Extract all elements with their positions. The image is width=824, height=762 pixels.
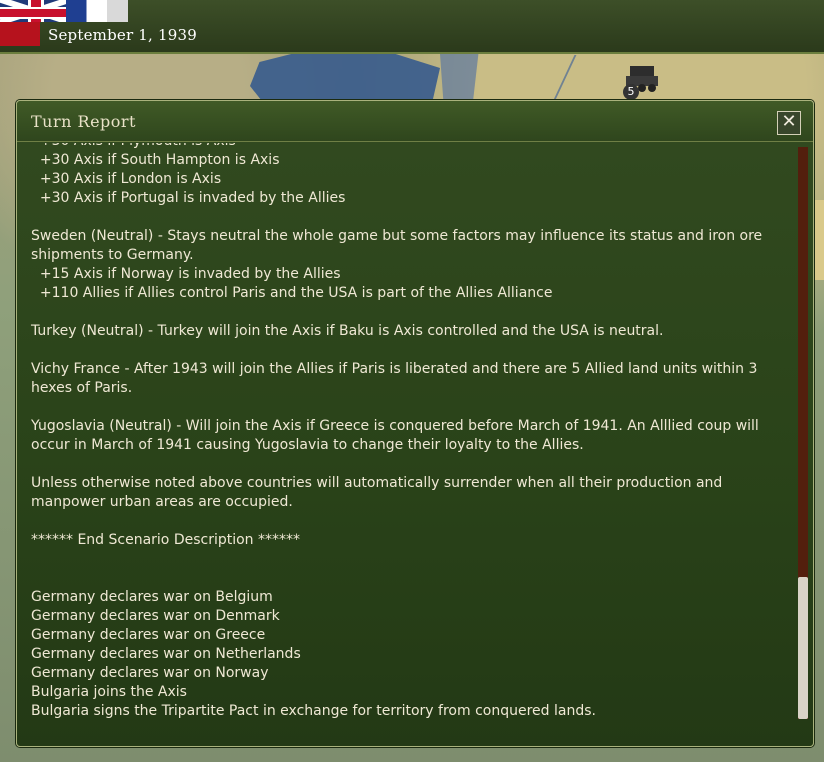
scrollbar-track[interactable] [798,147,808,719]
report-line: Bulgaria signs the Tripartite Pact in ex… [31,703,596,719]
report-line: Bulgaria joins the Axis [31,684,187,700]
current-date: September 1, 1939 [48,26,197,44]
side-indicator [0,22,40,46]
report-line: Germany declares war on Denmark [31,608,280,624]
report-line [31,398,787,417]
report-line [31,455,787,474]
report-line: +110 Allies if Allies control Paris and … [31,285,553,301]
report-line: Germany declares war on Belgium [31,589,273,605]
report-line: +30 Axis if London is Axis [31,171,222,187]
report-line: Yugoslavia (Neutral) - Will join the Axi… [31,418,759,453]
report-line [31,341,787,360]
report-line [31,208,787,227]
dialog-header: Turn Report ✕ [17,101,813,142]
report-line: +30 Axis if South Hampton is Axis [31,152,280,168]
report-line [31,569,787,588]
scrollbar-thumb[interactable] [798,577,808,719]
report-line: Vichy France - After 1943 will join the … [31,361,758,396]
report-line: Germany declares war on Greece [31,627,266,643]
map-edge-strip [815,200,824,280]
report-line: ****** End Scenario Description ****** [31,532,301,548]
unit-strength-badge: 5 [623,84,639,100]
turn-report-dialog: Turn Report ✕ +30 Axis if Plymouth is Ax… [16,100,814,747]
report-line [31,512,787,531]
uk-flag-icon[interactable] [0,0,66,22]
report-line: Germany declares war on Norway [31,665,269,681]
report-line: +30 Axis if Portugal is invaded by the A… [31,190,346,206]
report-content[interactable]: +30 Axis if Plymouth is Axis +30 Axis if… [17,143,797,741]
report-line [31,550,787,569]
top-bar: September 1, 1939 [0,0,824,54]
report-line: Sweden (Neutral) - Stays neutral the who… [31,228,763,263]
report-line: Germany declares war on Netherlands [31,646,301,662]
report-line: +30 Axis if Plymouth is Axis [31,143,787,151]
close-button[interactable]: ✕ [777,111,801,135]
report-text: +30 Axis if Plymouth is Axis +30 Axis if… [31,143,787,721]
france-flag-icon[interactable] [66,0,128,22]
report-line: +15 Axis if Norway is invaded by the All… [31,266,341,282]
report-line: Unless otherwise noted above countries w… [31,475,723,510]
report-line [31,303,787,322]
dialog-title: Turn Report [31,112,136,131]
report-line: Turkey (Neutral) - Turkey will join the … [31,323,664,339]
